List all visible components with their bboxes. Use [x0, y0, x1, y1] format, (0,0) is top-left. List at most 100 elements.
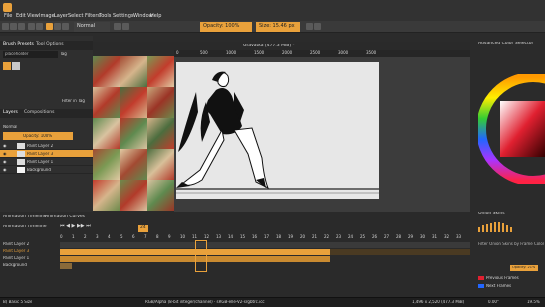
timeline-track-empty[interactable]: [330, 249, 470, 255]
frame-number: 33: [456, 234, 462, 239]
brush-preset-thumb[interactable]: [12, 62, 20, 70]
size-slider[interactable]: Size: 15.46 px: [256, 22, 300, 32]
eye-icon[interactable]: ◉: [3, 168, 7, 172]
ruler-tick: 1000: [226, 50, 237, 55]
frame-number: 7: [144, 234, 147, 239]
undo-icon[interactable]: [28, 23, 35, 30]
gradient-icon[interactable]: [46, 23, 53, 30]
preset-search-input[interactable]: placeholder: [3, 51, 58, 58]
menu-help[interactable]: Help: [150, 14, 161, 19]
menu-tools[interactable]: Tools: [99, 14, 111, 19]
next-frames-swatch[interactable]: [478, 284, 484, 288]
fps-field[interactable]: 24: [138, 225, 148, 232]
filter-in-tag-checkbox[interactable]: Filter in Tag: [62, 99, 85, 103]
menu-filters[interactable]: Filters: [85, 14, 100, 19]
tab-tool-options[interactable]: Tool Options: [36, 42, 64, 48]
frame-number: 11: [192, 234, 198, 239]
status-color-profile: RGB/Alpha (8-bit integer/channel) · sRGB…: [145, 300, 265, 304]
reference-frame: [120, 118, 147, 149]
opacity-slider[interactable]: Opacity: 100%: [200, 22, 252, 32]
layer-name: Background: [27, 168, 51, 172]
mirror-vertical-icon[interactable]: [314, 23, 321, 30]
pattern-icon[interactable]: [54, 23, 61, 30]
layer-row-selected[interactable]: ◉ Paint Layer 3: [0, 150, 93, 158]
layer-blend-mode[interactable]: Normal: [3, 125, 17, 129]
menu-edit[interactable]: Edit: [16, 14, 26, 19]
timeline-track-background[interactable]: [60, 263, 72, 269]
reference-frame: [93, 118, 120, 149]
reference-images: [93, 56, 174, 211]
status-dimensions: 1,496 x 2,520 (477.3 MiB): [412, 300, 465, 304]
frame-number: 10: [180, 234, 186, 239]
ruler-tick: 3000: [338, 50, 349, 55]
open-document-icon[interactable]: [10, 23, 17, 30]
tab-animation-timeline[interactable]: Animation Timeline: [3, 215, 47, 220]
status-brush: B) Basic 5 Size: [3, 300, 33, 304]
new-document-icon[interactable]: [2, 23, 9, 30]
tab-animation-curves[interactable]: Animation Curves: [45, 215, 85, 220]
frame-number: 28: [396, 234, 402, 239]
previous-frames-label: Previous Frames: [486, 276, 519, 280]
mirror-horizontal-icon[interactable]: [306, 23, 313, 30]
status-zoom[interactable]: 19.5%: [527, 300, 540, 304]
onion-opacity-bars[interactable]: [478, 222, 538, 232]
preset-search-placeholder: placeholder: [5, 52, 29, 56]
reference-frame: [93, 56, 120, 87]
alpha-lock-icon[interactable]: [122, 23, 129, 30]
menu-select[interactable]: Select: [68, 14, 83, 19]
frame-number: 17: [264, 234, 270, 239]
menu-settings[interactable]: Settings: [113, 14, 134, 19]
eye-icon[interactable]: ◉: [3, 160, 7, 164]
reference-frame: [147, 118, 174, 149]
playback-controls[interactable]: ⏮ ◀ ▶ ▶▶ ⏭: [60, 224, 100, 231]
ruler-tick: 3500: [366, 50, 377, 55]
eye-icon[interactable]: ◉: [3, 144, 7, 148]
tab-layers[interactable]: Layers: [3, 110, 18, 116]
frame-number: 16: [252, 234, 258, 239]
ruler-tick: 2500: [310, 50, 321, 55]
animation-timeline: Animation Timeline Animation Curves Anim…: [0, 212, 470, 297]
frame-number: 12: [204, 234, 210, 239]
tab-brush-presets[interactable]: Brush Presets: [3, 42, 34, 48]
layer-opacity-slider[interactable]: Opacity: 100%: [3, 132, 73, 140]
eraser-icon[interactable]: [114, 23, 121, 30]
toolbar: Normal Opacity: 100% Size: 15.46 px: [0, 21, 545, 33]
timeline-layer-name[interactable]: Paint Layer 2: [3, 242, 29, 246]
status-rotation[interactable]: 0.00°: [488, 300, 499, 304]
save-icon[interactable]: [18, 23, 25, 30]
brush-preset-thumb[interactable]: [3, 62, 11, 70]
document-title[interactable]: Gravatka [477.3 MiB] *: [243, 44, 295, 49]
tab-compositions[interactable]: Compositions: [24, 110, 54, 116]
layer-row[interactable]: ◉ Paint Layer 2: [0, 142, 93, 150]
menu-view[interactable]: View: [27, 14, 39, 19]
eye-icon[interactable]: ◉: [3, 152, 7, 156]
frame-number: 5: [120, 234, 123, 239]
redo-icon[interactable]: [36, 23, 43, 30]
menu-layer[interactable]: Layer: [54, 14, 68, 19]
layer-name: Paint Layer 3: [27, 152, 54, 156]
timeline-track[interactable]: [60, 242, 470, 248]
layer-row[interactable]: ◉ Background: [0, 166, 93, 174]
frame-number: 3: [96, 234, 99, 239]
timeline-layer-name[interactable]: Paint Layer 1: [3, 256, 29, 260]
frame-number: 20: [300, 234, 306, 239]
reference-frame: [120, 180, 147, 211]
layer-row[interactable]: ◉ Paint Layer 1: [0, 158, 93, 166]
frame-number: 22: [324, 234, 330, 239]
previous-frames-swatch[interactable]: [478, 276, 484, 280]
current-frame-cursor[interactable]: [195, 240, 207, 272]
onion-opacity-slider[interactable]: Opacity: 21%: [510, 265, 538, 271]
color-wheel[interactable]: [478, 74, 545, 184]
frame-number: 13: [216, 234, 222, 239]
layer-name: Paint Layer 2: [27, 144, 54, 148]
brush-preset-icon[interactable]: [62, 23, 69, 30]
menu-image[interactable]: Image: [39, 14, 55, 19]
ruler-tick: 1500: [254, 50, 265, 55]
krita-logo-icon: [3, 3, 12, 12]
timeline-layer-name[interactable]: Background: [3, 263, 27, 267]
timeline-layer-name[interactable]: Paint Layer 3: [3, 249, 29, 253]
frame-number: 2: [84, 234, 87, 239]
blend-mode-select[interactable]: Normal: [74, 22, 110, 32]
document-canvas[interactable]: [176, 62, 379, 199]
menu-file[interactable]: File: [4, 14, 12, 19]
